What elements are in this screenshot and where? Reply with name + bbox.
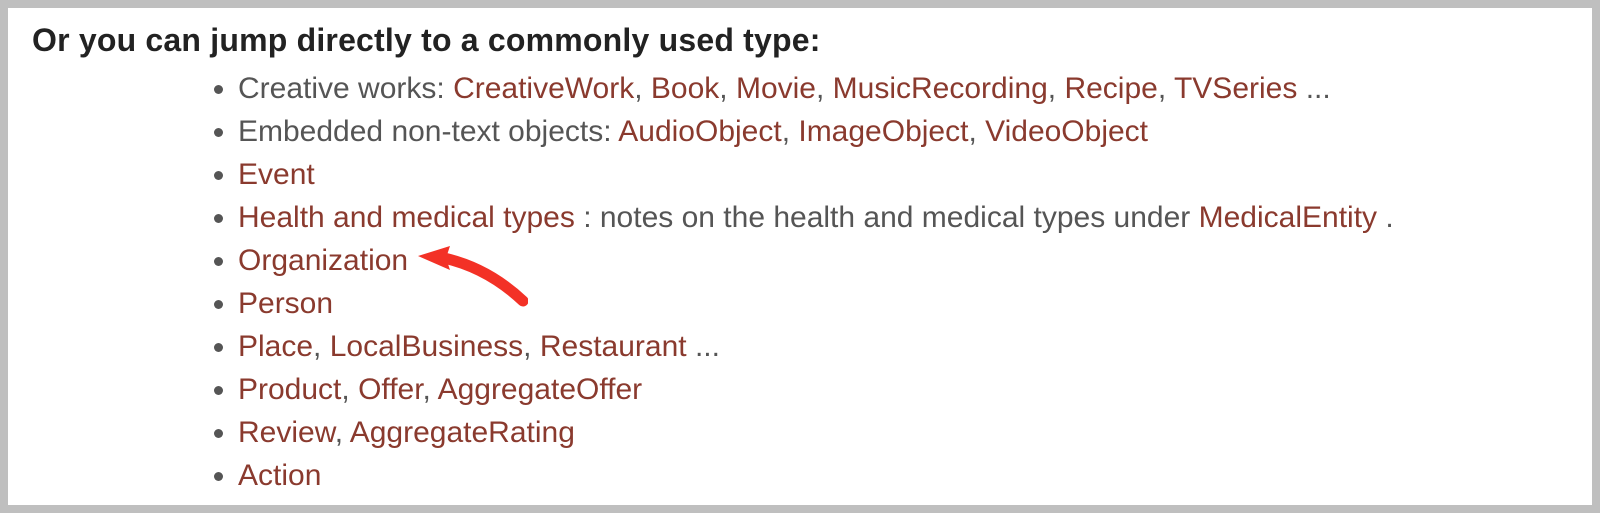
link-place[interactable]: Place bbox=[238, 330, 313, 363]
link-offer[interactable]: Offer bbox=[358, 373, 422, 406]
link-aggregateoffer[interactable]: AggregateOffer bbox=[438, 373, 643, 406]
list-item: Organization bbox=[238, 239, 1592, 282]
link-restaurant[interactable]: Restaurant bbox=[540, 330, 687, 363]
link-imageobject[interactable]: ImageObject bbox=[798, 115, 968, 148]
link-recipe[interactable]: Recipe bbox=[1064, 72, 1157, 105]
content-panel: Or you can jump directly to a commonly u… bbox=[0, 0, 1600, 513]
link-tvseries[interactable]: TVSeries bbox=[1174, 72, 1297, 105]
link-musicrecording[interactable]: MusicRecording bbox=[833, 72, 1048, 105]
link-product[interactable]: Product bbox=[238, 373, 341, 406]
list-item: Product, Offer, AggregateOffer bbox=[238, 368, 1592, 411]
link-movie[interactable]: Movie bbox=[736, 72, 816, 105]
item-suffix: . bbox=[1385, 201, 1393, 234]
link-book[interactable]: Book bbox=[651, 72, 719, 105]
link-audioobject[interactable]: AudioObject bbox=[618, 115, 781, 148]
link-health-and-medical-types[interactable]: Health and medical types bbox=[238, 201, 575, 234]
link-review[interactable]: Review bbox=[238, 416, 335, 449]
item-prefix: Embedded non-text objects: bbox=[238, 115, 618, 148]
link-videoobject[interactable]: VideoObject bbox=[985, 115, 1148, 148]
list-item: Embedded non-text objects: AudioObject, … bbox=[238, 110, 1592, 153]
item-suffix: ... bbox=[695, 330, 720, 363]
link-action[interactable]: Action bbox=[238, 459, 321, 492]
list-item: Review, AggregateRating bbox=[238, 411, 1592, 454]
link-aggregaterating[interactable]: AggregateRating bbox=[350, 416, 575, 449]
list-item: Health and medical types : notes on the … bbox=[238, 196, 1592, 239]
list-item: Action bbox=[238, 454, 1592, 497]
link-creativework[interactable]: CreativeWork bbox=[453, 72, 634, 105]
link-localbusiness[interactable]: LocalBusiness bbox=[330, 330, 523, 363]
link-organization[interactable]: Organization bbox=[238, 244, 408, 277]
link-event[interactable]: Event bbox=[238, 158, 315, 191]
link-medicalentity[interactable]: MedicalEntity bbox=[1199, 201, 1377, 234]
section-heading: Or you can jump directly to a commonly u… bbox=[32, 22, 1592, 59]
item-mid: : notes on the health and medical types … bbox=[583, 201, 1198, 234]
list-item: Creative works: CreativeWork, Book, Movi… bbox=[238, 67, 1592, 110]
list-item: Place, LocalBusiness, Restaurant ... bbox=[238, 325, 1592, 368]
item-prefix: Creative works: bbox=[238, 72, 453, 105]
item-suffix: ... bbox=[1306, 72, 1331, 105]
list-item: Person bbox=[238, 282, 1592, 325]
type-list: Creative works: CreativeWork, Book, Movi… bbox=[198, 67, 1592, 497]
link-person[interactable]: Person bbox=[238, 287, 333, 320]
list-item: Event bbox=[238, 153, 1592, 196]
